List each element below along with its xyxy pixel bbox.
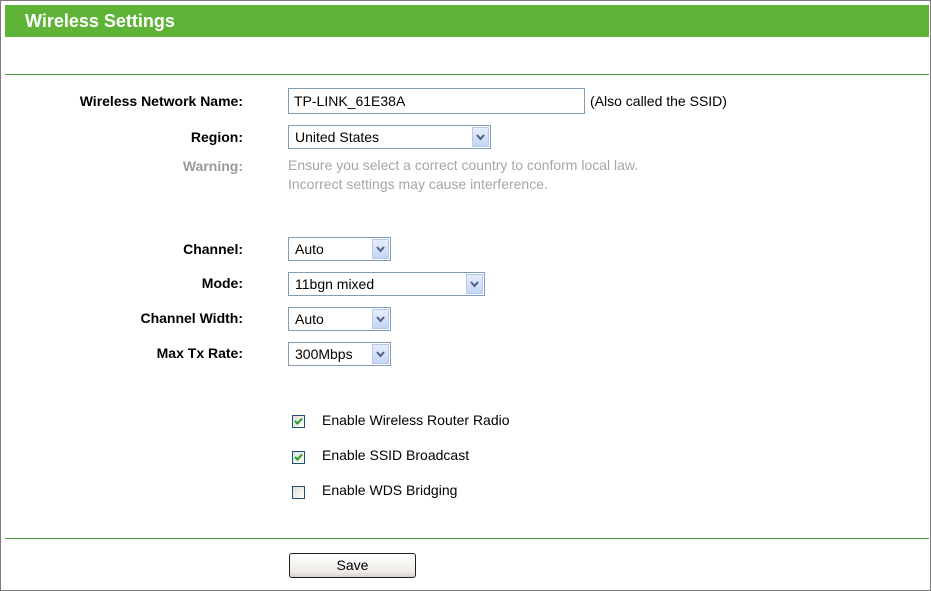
max-tx-rate-label: Max Tx Rate: bbox=[156, 345, 243, 361]
mode-label: Mode: bbox=[201, 275, 243, 291]
mode-select[interactable]: 11bgn mixed bbox=[288, 272, 485, 296]
page-title: Wireless Settings bbox=[25, 11, 175, 31]
region-label: Region: bbox=[190, 129, 243, 145]
chevron-down-icon[interactable] bbox=[372, 309, 389, 329]
channel-width-value: Auto bbox=[295, 311, 324, 327]
chevron-down-icon[interactable] bbox=[466, 274, 483, 294]
channel-select[interactable]: Auto bbox=[288, 237, 391, 261]
max-tx-rate-value: 300Mbps bbox=[295, 346, 353, 362]
enable-wds-bridging-label[interactable]: Enable WDS Bridging bbox=[322, 482, 457, 498]
settings-frame: Wireless Settings Wireless Network Name:… bbox=[0, 0, 931, 591]
mode-value: 11bgn mixed bbox=[295, 276, 375, 292]
warning-line-2: Incorrect settings may cause interferenc… bbox=[288, 176, 548, 192]
channel-width-label: Channel Width: bbox=[140, 310, 243, 326]
warning-line-1: Ensure you select a correct country to c… bbox=[288, 157, 639, 173]
enable-wds-bridging-checkbox[interactable] bbox=[292, 486, 305, 499]
page-header: Wireless Settings bbox=[5, 5, 929, 37]
bottom-divider bbox=[5, 538, 929, 539]
chevron-down-icon[interactable] bbox=[372, 239, 389, 259]
save-button[interactable]: Save bbox=[289, 553, 416, 578]
chevron-down-icon[interactable] bbox=[472, 127, 489, 147]
channel-width-select[interactable]: Auto bbox=[288, 307, 391, 331]
enable-radio-label[interactable]: Enable Wireless Router Radio bbox=[322, 412, 510, 428]
region-value: United States bbox=[295, 129, 380, 145]
channel-label: Channel: bbox=[183, 241, 243, 257]
enable-ssid-broadcast-label[interactable]: Enable SSID Broadcast bbox=[322, 447, 469, 463]
enable-ssid-broadcast-checkbox[interactable] bbox=[292, 451, 305, 464]
network-name-label: Wireless Network Name: bbox=[79, 93, 243, 109]
enable-radio-checkbox[interactable] bbox=[292, 415, 305, 428]
warning-label: Warning: bbox=[182, 158, 243, 174]
chevron-down-icon[interactable] bbox=[372, 344, 389, 364]
ssid-hint: (Also called the SSID) bbox=[590, 93, 727, 109]
ssid-input[interactable] bbox=[288, 88, 585, 114]
checkmark-icon bbox=[294, 417, 303, 425]
top-divider bbox=[5, 74, 929, 75]
checkmark-icon bbox=[294, 453, 303, 461]
max-tx-rate-select[interactable]: 300Mbps bbox=[288, 342, 391, 366]
region-select[interactable]: United States bbox=[288, 125, 491, 149]
channel-value: Auto bbox=[295, 241, 324, 257]
